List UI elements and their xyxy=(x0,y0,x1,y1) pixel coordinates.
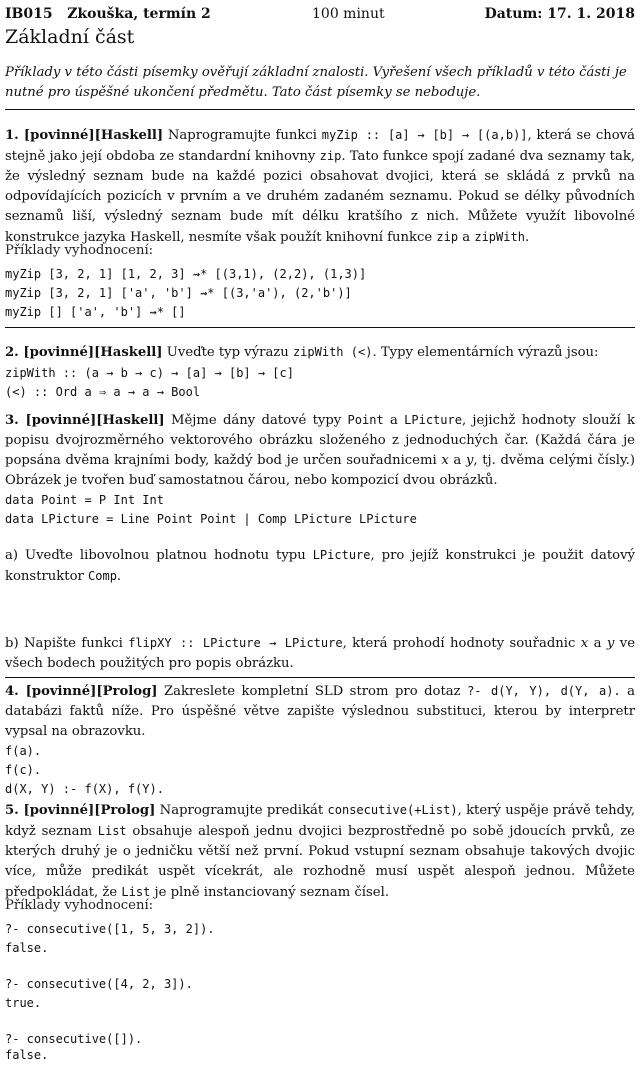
q2-type: (<) :: Ord a ⇒ a → a → Bool xyxy=(5,385,201,399)
q5-code: consecutive(+List) xyxy=(327,803,458,817)
question-1-heading: 1. [povinné][Haskell] xyxy=(5,128,164,143)
q3-text: a xyxy=(383,413,405,428)
q2-code: zipWith (<) xyxy=(292,345,373,359)
divider xyxy=(5,327,635,328)
q4-fact: f(c). xyxy=(5,763,42,777)
question-3: 3. [povinné][Haskell] Mějme dány datové … xyxy=(5,410,635,491)
q4-code: ?- d(Y, Y), d(Y, a). xyxy=(467,684,621,698)
q3-part-a: a) Uveďte libovolnou platnou hodnotu typ… xyxy=(5,545,635,587)
question-5-heading: 5. [povinné][Prolog] xyxy=(5,803,156,818)
q3-data-decl: data Point = P Int Int xyxy=(5,493,164,507)
duration-label: 100 minut xyxy=(312,6,385,22)
q3-text: Mějme dány datové typy xyxy=(164,413,348,428)
q5-example: ?- consecutive([1, 5, 3, 2]). xyxy=(5,922,215,936)
q4-text: Zakreslete kompletní SLD strom pro dotaz xyxy=(157,684,468,699)
q2-text: Uveďte typ výrazu xyxy=(162,345,293,360)
q3-part-a-text: . xyxy=(116,569,122,584)
q1-text: Naprogramujte funkci xyxy=(163,128,322,143)
q1-examples-label: Příklady vyhodnocení: xyxy=(5,243,154,258)
q1-code: zip xyxy=(319,149,342,163)
question-4: 4. [povinné][Prolog] Zakreslete kompletn… xyxy=(5,681,635,742)
q3-code: LPicture xyxy=(404,413,462,427)
q5-example: true. xyxy=(5,996,42,1010)
q3-part-b-code: flipXY :: LPicture → LPicture xyxy=(128,636,343,650)
q2-text: . Typy elementárních výrazů jsou: xyxy=(372,345,599,360)
q3-code: Point xyxy=(347,413,384,427)
q3-data-decl: data LPicture = Line Point Point | Comp … xyxy=(5,512,417,526)
divider xyxy=(5,677,635,678)
page-title: Základní část xyxy=(5,26,135,48)
q2-type: zipWith :: (a → b → c) → [a] → [b] → [c] xyxy=(5,366,294,380)
q3-var: x xyxy=(441,453,449,468)
divider xyxy=(5,109,635,110)
question-3-heading: 3. [povinné][Haskell] xyxy=(5,413,165,428)
course-label: IB015 Zkouška, termín 2 xyxy=(5,6,211,22)
q5-text: je plně instanciovaný seznam čísel. xyxy=(150,885,390,900)
q3-part-a-code: Comp xyxy=(88,569,117,583)
q5-code: List xyxy=(97,824,127,838)
q3-part-a-text: a) Uveďte libovolnou platnou hodnotu typ… xyxy=(5,548,313,563)
page-header: IB015 Zkouška, termín 2 100 minut Datum:… xyxy=(5,6,635,24)
q3-part-b-text: b) Napište funkci xyxy=(5,636,129,651)
q3-part-a-code: LPicture xyxy=(312,548,371,562)
q1-text: . xyxy=(524,230,530,245)
q3-text: a xyxy=(448,453,466,468)
q3-part-b: b) Napište funkci flipXY :: LPicture → L… xyxy=(5,633,635,674)
q1-code: zipWith xyxy=(474,230,525,244)
q1-code: myZip :: [a] → [b] → [(a,b)] xyxy=(321,128,528,142)
question-4-heading: 4. [povinné][Prolog] xyxy=(5,684,158,699)
q1-example: myZip [3, 2, 1] [1, 2, 3] ⇝* [(3,1), (2,… xyxy=(5,267,367,281)
q3-part-b-text: a xyxy=(588,636,607,651)
date-label: Datum: 17. 1. 2018 xyxy=(484,6,635,22)
q5-example: false. xyxy=(5,941,49,955)
question-5: 5. [povinné][Prolog] Naprogramujte predi… xyxy=(5,800,635,903)
question-2: 2. [povinné][Haskell] Uveďte typ výrazu … xyxy=(5,342,635,363)
intro-text: Příklady v této části písemky ověřují zá… xyxy=(5,65,627,100)
q5-text: Naprogramujte predikát xyxy=(155,803,328,818)
q3-part-b-text: , která prohodí hodnoty souřadnic xyxy=(342,636,581,651)
q4-fact: d(X, Y) :- f(X), f(Y). xyxy=(5,782,164,796)
q1-example: myZip [] ['a', 'b'] ⇝* [] xyxy=(5,305,186,319)
q5-example: ?- consecutive([4, 2, 3]). xyxy=(5,977,193,991)
q5-code: List xyxy=(121,885,151,899)
question-1: 1. [povinné][Haskell] Naprogramujte funk… xyxy=(5,125,635,248)
q5-examples-label: Příklady vyhodnocení: xyxy=(5,898,154,913)
q5-example: false. xyxy=(5,1048,49,1062)
question-2-heading: 2. [povinné][Haskell] xyxy=(5,345,163,360)
q1-text: a xyxy=(458,230,475,245)
q4-fact: f(a). xyxy=(5,744,42,758)
q1-code: zip xyxy=(436,230,459,244)
q1-example: myZip [3, 2, 1] ['a', 'b'] ⇝* [(3,'a'), … xyxy=(5,286,352,300)
